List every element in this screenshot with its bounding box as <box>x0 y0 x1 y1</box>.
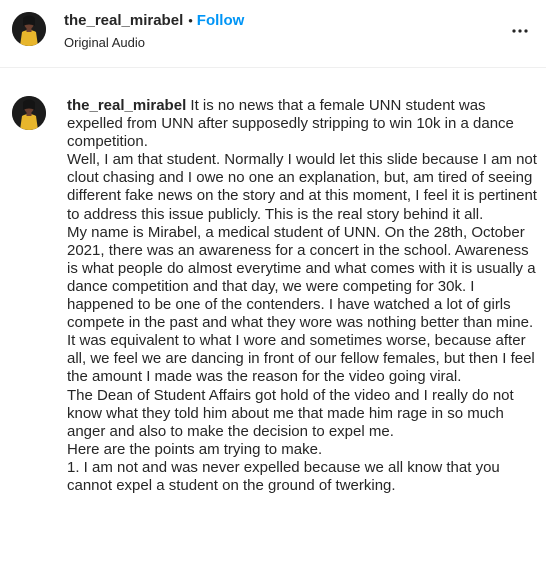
more-options-icon[interactable] <box>508 19 532 43</box>
comment-username[interactable]: the_real_mirabel <box>67 97 186 114</box>
caption-text: the_real_mirabel It is no news that a fe… <box>67 97 542 495</box>
follow-button[interactable]: Follow <box>197 12 245 29</box>
caption-paragraph: The Dean of Student Affairs got hold of … <box>67 386 514 440</box>
avatar-image <box>12 12 46 46</box>
audio-label[interactable]: Original Audio <box>64 34 145 52</box>
header-username[interactable]: the_real_mirabel <box>64 12 183 29</box>
separator-dot: • <box>188 13 193 28</box>
caption-first-paragraph: the_real_mirabel It is no news that a fe… <box>67 97 542 151</box>
caption-paragraph: Here are the points am trying to make. <box>67 440 323 458</box>
caption-paragraph: Well, I am that student. Normally I woul… <box>67 151 537 223</box>
caption-paragraph: My name is Mirabel, a medical student of… <box>67 223 536 386</box>
header-user-line: the_real_mirabel • Follow <box>64 11 244 31</box>
post-header: the_real_mirabel • Follow Original Audio <box>0 0 546 68</box>
comment-avatar[interactable] <box>12 96 46 130</box>
avatar-image <box>12 96 46 130</box>
avatar[interactable] <box>12 12 46 46</box>
caption-paragraph: 1. I am not and was never expelled becau… <box>67 458 500 494</box>
